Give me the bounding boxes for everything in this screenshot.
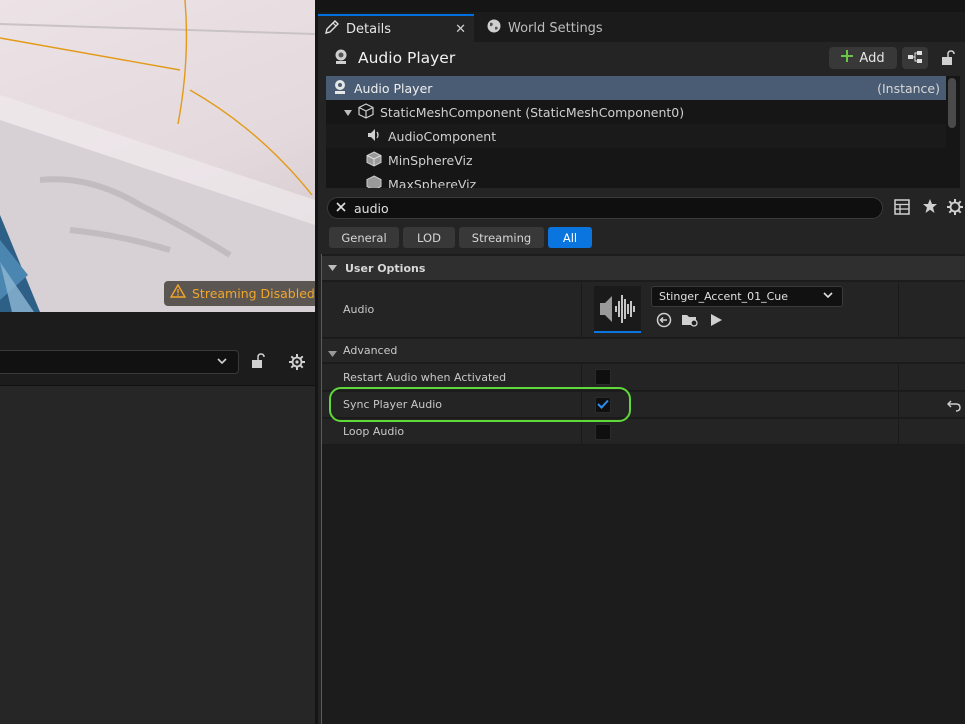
asset-name: Stinger_Accent_01_Cue (659, 290, 788, 303)
tab-world-settings[interactable]: World Settings (480, 14, 610, 42)
add-component-button[interactable]: Add (829, 47, 897, 69)
tab-details-label: Details (346, 21, 392, 37)
browse-folder-icon[interactable] (681, 312, 699, 331)
property-group-advanced[interactable]: Advanced (322, 339, 965, 363)
sound-asset-thumbnail[interactable] (594, 286, 641, 333)
filter-all-button[interactable]: All (548, 227, 592, 248)
chevron-down-icon (822, 289, 834, 304)
tree-item-label: MinSphereViz (388, 152, 473, 168)
hierarchy-icon (907, 50, 923, 67)
property-label: Restart Audio when Activated (343, 371, 507, 384)
property-label: Audio (343, 303, 375, 316)
badge-text: Streaming Disabled (192, 286, 315, 301)
tree-item-label: StaticMeshComponent (StaticMeshComponent… (380, 104, 685, 120)
tree-scrollbar[interactable] (948, 78, 956, 128)
property-row-audio: Audio (322, 282, 965, 338)
audio-player-icon (332, 48, 350, 69)
warning-icon (169, 281, 187, 306)
cube-icon (366, 150, 382, 170)
details-search-input[interactable]: audio (327, 197, 883, 219)
pencil-icon (324, 19, 340, 39)
component-tree: Audio Player (Instance) StaticMeshCompon… (326, 76, 960, 188)
gear-icon[interactable] (946, 198, 964, 219)
restart-audio-checkbox[interactable] (595, 369, 611, 385)
tree-item-label: Audio Player (354, 80, 433, 96)
caret-down-icon (328, 262, 337, 275)
actor-title: Audio Player (358, 49, 456, 67)
tree-item-label: AudioComponent (388, 128, 497, 144)
audio-player-icon (332, 79, 348, 98)
chevron-down-icon (216, 355, 228, 370)
add-label: Add (859, 50, 885, 66)
cube-icon (358, 102, 374, 122)
highlight-annotation (329, 387, 631, 422)
filter-lod-button[interactable]: LOD (403, 227, 455, 248)
caret-down-icon (344, 105, 352, 120)
category-label: User Options (345, 261, 426, 275)
reset-to-default-icon[interactable] (947, 398, 961, 415)
tree-item[interactable]: StaticMeshComponent (StaticMeshComponent… (326, 100, 946, 124)
viewport-scene (0, 0, 315, 312)
sound-wave-icon (599, 294, 635, 323)
property-label: Loop Audio (343, 425, 405, 438)
left-toolbar (0, 312, 315, 386)
search-value: audio (354, 200, 389, 216)
lock-icon[interactable] (938, 47, 958, 69)
caret-down-icon (328, 347, 337, 361)
lock-icon[interactable] (251, 353, 265, 372)
gear-icon[interactable] (288, 353, 306, 374)
property-row-loop-audio: Loop Audio (322, 419, 965, 445)
star-icon[interactable] (922, 198, 938, 217)
clear-search-icon[interactable] (336, 201, 346, 215)
left-dropdown[interactable] (0, 350, 239, 374)
use-selected-asset-icon[interactable] (656, 312, 672, 331)
top-strip (318, 0, 965, 12)
loop-audio-checkbox[interactable] (595, 424, 611, 440)
play-icon[interactable] (709, 312, 723, 331)
table-view-icon[interactable] (894, 199, 910, 218)
tree-item[interactable]: MaxSphereViz (326, 172, 946, 188)
filter-streaming-button[interactable]: Streaming (459, 227, 544, 248)
category-user-options[interactable]: User Options (322, 256, 965, 280)
instance-label: (Instance) (877, 80, 940, 96)
close-icon[interactable]: ✕ (455, 22, 466, 37)
globe-icon (486, 18, 502, 38)
blueprint-button[interactable] (902, 47, 928, 69)
tree-item[interactable]: MinSphereViz (326, 148, 946, 172)
plus-icon (841, 50, 854, 66)
tree-item[interactable]: AudioComponent (326, 124, 946, 148)
tree-item-root[interactable]: Audio Player (Instance) (326, 76, 946, 100)
level-viewport[interactable]: Streaming Disabled (0, 0, 315, 312)
tab-world-settings-label: World Settings (508, 20, 603, 36)
speaker-icon (366, 127, 382, 146)
group-label: Advanced (343, 344, 398, 357)
filter-general-button[interactable]: General (329, 227, 399, 248)
tab-details[interactable]: Details ✕ (318, 14, 474, 42)
cube-icon (366, 174, 382, 188)
tree-item-label: MaxSphereViz (388, 176, 477, 189)
streaming-disabled-badge: Streaming Disabled (164, 281, 315, 306)
audio-asset-dropdown[interactable]: Stinger_Accent_01_Cue (651, 286, 843, 307)
